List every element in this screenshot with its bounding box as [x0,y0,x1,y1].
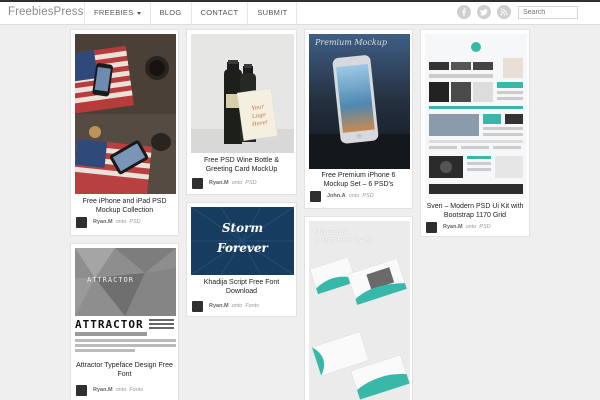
post-card[interactable]: Storm Forever Khadija Script Free Font D… [186,202,297,317]
post-title[interactable]: Free iPhone and iPad PSD Mockup Collecti… [75,197,174,215]
post-card[interactable]: Sven – Modern PSD Ui Kit with Bootstrap … [420,29,530,237]
top-navbar: FreebiesPress FREEBIES BLOG CONTACT SUBM… [0,0,600,25]
chevron-down-icon [136,11,141,15]
post-author[interactable]: Ryan.M [209,180,229,186]
post-title[interactable]: Sven – Modern PSD Ui Kit with Bootstrap … [425,202,525,220]
post-title[interactable]: Free Premium iPhone 6 Mockup Set – 6 PSD… [309,171,408,189]
post-thumbnail[interactable] [75,34,176,194]
post-card[interactable]: Premium Mockup Free Premium iPhone 6 Moc… [304,29,413,209]
font-sample-line-1: Storm [221,221,264,235]
nav-submit[interactable]: SUBMIT [248,2,298,25]
avatar[interactable] [426,221,437,233]
post-onto: onto [231,180,243,186]
post-thumbnail[interactable]: Premium Mockup [309,34,410,169]
post-card[interactable]: MODERN BUSINESS CARD [304,216,413,400]
avatar[interactable] [192,300,203,312]
post-meta: Ryan.M onto PSD [76,216,141,228]
post-author[interactable]: Ryan.M [93,219,113,225]
post-author[interactable]: Ryan.M [209,303,229,309]
post-thumbnail[interactable]: MODERN BUSINESS CARD [309,221,410,400]
nav-freebies-label: FREEBIES [94,8,134,17]
font-sample-line-2: Forever [217,241,268,255]
mockup-overlay-text: Premium Mockup [315,38,387,47]
post-author[interactable]: John.A [327,193,346,199]
post-meta: Ryan.M onto PSD [192,177,257,189]
post-category[interactable]: Fonts [129,387,143,393]
post-meta: Ryan.M onto Fonts [192,300,259,312]
post-author[interactable]: Ryan.M [443,224,463,230]
post-onto: onto [115,219,127,225]
post-meta: Ryan.M onto PSD [426,221,491,233]
main-nav: FREEBIES BLOG CONTACT SUBMIT [84,2,298,25]
post-thumbnail[interactable]: ATTRACTOR ATTRACTOR [75,248,176,356]
post-author[interactable]: Ryan.M [93,387,113,393]
post-title[interactable]: Attractor Typeface Design Free Font [75,361,174,379]
site-logo[interactable]: FreebiesPress [8,6,83,18]
post-thumbnail[interactable] [425,34,527,199]
post-onto: onto [115,387,127,393]
post-category[interactable]: PSD [245,180,256,186]
post-category[interactable]: PSD [129,219,140,225]
nav-freebies[interactable]: FREEBIES [85,2,151,25]
post-card[interactable]: ATTRACTOR ATTRACTOR Attractor Typeface D… [70,243,179,400]
post-category[interactable]: PSD [479,224,490,230]
post-meta: Ryan.M onto Fonts [76,384,143,396]
attractor-logo-text: ATTRACTOR [87,276,134,284]
post-onto: onto [465,224,477,230]
avatar[interactable] [192,177,203,189]
avatar[interactable] [76,384,87,396]
avatar[interactable] [310,190,321,202]
post-category[interactable]: Fonts [245,303,259,309]
attractor-wordmark: ATTRACTOR [75,318,144,331]
rss-icon[interactable] [497,5,511,19]
post-title[interactable]: Khadija Script Free Font Download [191,278,292,296]
card-mockup-text: Your Logo Here! [251,104,269,129]
business-card-heading: MODERN BUSINESS CARD [315,229,375,244]
social-links [457,5,517,19]
facebook-icon[interactable] [457,5,471,19]
post-card[interactable]: Free iPhone and iPad PSD Mockup Collecti… [70,29,179,236]
post-card[interactable]: Your Logo Here! Free PSD Wine Bottle & G… [186,29,297,195]
post-onto: onto [231,303,243,309]
post-thumbnail[interactable]: Storm Forever [191,207,294,275]
twitter-icon[interactable] [477,5,491,19]
search-input[interactable] [518,6,578,19]
post-title[interactable]: Free PSD Wine Bottle & Greeting Card Moc… [191,156,292,174]
post-category[interactable]: PSD [362,193,373,199]
nav-blog[interactable]: BLOG [151,2,192,25]
post-meta: John.A onto PSD [310,190,374,202]
post-onto: onto [348,193,360,199]
nav-contact[interactable]: CONTACT [192,2,249,25]
avatar[interactable] [76,216,87,228]
post-thumbnail[interactable]: Your Logo Here! [191,34,294,153]
